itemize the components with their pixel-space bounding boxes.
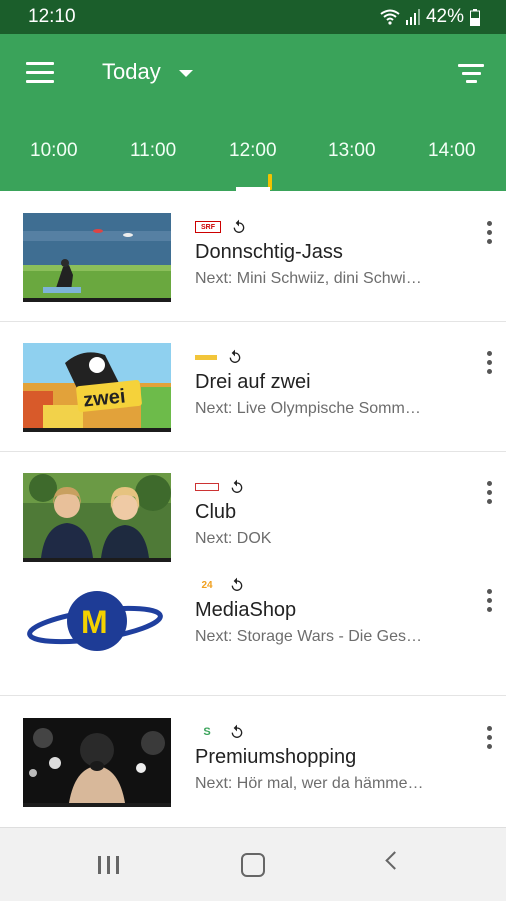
time-label[interactable]: 10:00 bbox=[30, 140, 78, 162]
replay-icon[interactable] bbox=[231, 219, 247, 235]
channel-logo bbox=[195, 354, 217, 360]
caret-down-icon bbox=[178, 69, 193, 77]
replay-icon[interactable] bbox=[229, 577, 245, 593]
more-vert-icon[interactable] bbox=[484, 481, 494, 507]
program-row[interactable]: SRF Donnschtig-Jass Next: Mini Schwiiz, … bbox=[0, 191, 506, 322]
channel-logo: S bbox=[203, 726, 211, 738]
next-program: Next: Storage Wars - Die Ges… bbox=[195, 628, 423, 645]
next-program: Next: Live Olympische Somm… bbox=[195, 400, 421, 417]
program-thumbnail: M bbox=[23, 585, 171, 674]
progress-bar bbox=[23, 428, 82, 432]
program-title: Donnschtig-Jass bbox=[195, 241, 343, 263]
replay-icon[interactable] bbox=[229, 724, 245, 740]
progress-bar bbox=[23, 298, 164, 302]
program-title: Club bbox=[195, 501, 237, 523]
status-bar: 12:10 42% bbox=[0, 0, 506, 34]
program-title: MediaShop bbox=[195, 599, 297, 621]
program-thumbnail bbox=[23, 213, 171, 302]
status-icons: 42% bbox=[380, 6, 480, 28]
time-label[interactable]: 13:00 bbox=[328, 140, 376, 162]
replay-icon[interactable] bbox=[229, 479, 245, 495]
more-vert-icon[interactable] bbox=[484, 221, 494, 247]
next-program: Next: Hör mal, wer da hämme… bbox=[195, 775, 424, 792]
program-row[interactable]: Club Next: DOK bbox=[0, 451, 506, 581]
system-nav-bar bbox=[0, 827, 506, 901]
status-time: 12:10 bbox=[28, 6, 76, 27]
time-label[interactable]: 12:00 bbox=[229, 140, 277, 162]
day-label: Today bbox=[102, 59, 161, 84]
next-program: Next: Mini Schwiiz, dini Schwi… bbox=[195, 270, 422, 287]
menu-icon[interactable] bbox=[26, 62, 54, 84]
app-bar: Today 10:00 11:00 12:00 13:00 14:00 bbox=[0, 34, 506, 191]
wifi-icon bbox=[380, 9, 400, 25]
time-scale[interactable]: 10:00 11:00 12:00 13:00 14:00 bbox=[0, 140, 506, 170]
progress-bar bbox=[23, 670, 141, 674]
recent-apps-icon[interactable] bbox=[98, 856, 124, 874]
program-row[interactable]: zwei Drei auf zwei Next: Live Olympische… bbox=[0, 321, 506, 452]
svg-text:M: M bbox=[81, 604, 108, 640]
battery-percent: 42% bbox=[425, 6, 464, 27]
program-thumbnail bbox=[23, 718, 171, 807]
progress-bar bbox=[23, 558, 41, 562]
svg-text:zwei: zwei bbox=[82, 385, 126, 411]
more-vert-icon[interactable] bbox=[484, 589, 494, 615]
program-title: Premiumshopping bbox=[195, 746, 357, 768]
program-thumbnail bbox=[23, 473, 171, 562]
day-selector[interactable]: Today bbox=[102, 59, 193, 85]
program-thumbnail: zwei bbox=[23, 343, 171, 432]
replay-icon[interactable] bbox=[227, 349, 243, 365]
back-icon[interactable] bbox=[385, 851, 404, 870]
progress-bar bbox=[23, 803, 97, 807]
program-row[interactable]: S Premiumshopping Next: Hör mal, wer da … bbox=[0, 696, 506, 826]
time-label[interactable]: 14:00 bbox=[428, 140, 476, 162]
battery-icon bbox=[470, 8, 480, 26]
next-program: Next: DOK bbox=[195, 530, 272, 547]
filter-icon[interactable] bbox=[458, 64, 484, 83]
more-vert-icon[interactable] bbox=[484, 726, 494, 752]
program-list: SRF Donnschtig-Jass Next: Mini Schwiiz, … bbox=[0, 191, 506, 827]
channel-logo: SRF bbox=[195, 221, 221, 233]
program-row[interactable]: M 24 MediaShop Next: Storage Wars - Die … bbox=[0, 567, 506, 696]
program-title: Drei auf zwei bbox=[195, 371, 311, 393]
home-icon[interactable] bbox=[241, 853, 265, 877]
channel-logo bbox=[195, 483, 219, 491]
more-vert-icon[interactable] bbox=[484, 351, 494, 377]
time-label[interactable]: 11:00 bbox=[130, 140, 176, 162]
channel-logo: 24 bbox=[201, 579, 213, 591]
signal-icon bbox=[405, 9, 420, 25]
